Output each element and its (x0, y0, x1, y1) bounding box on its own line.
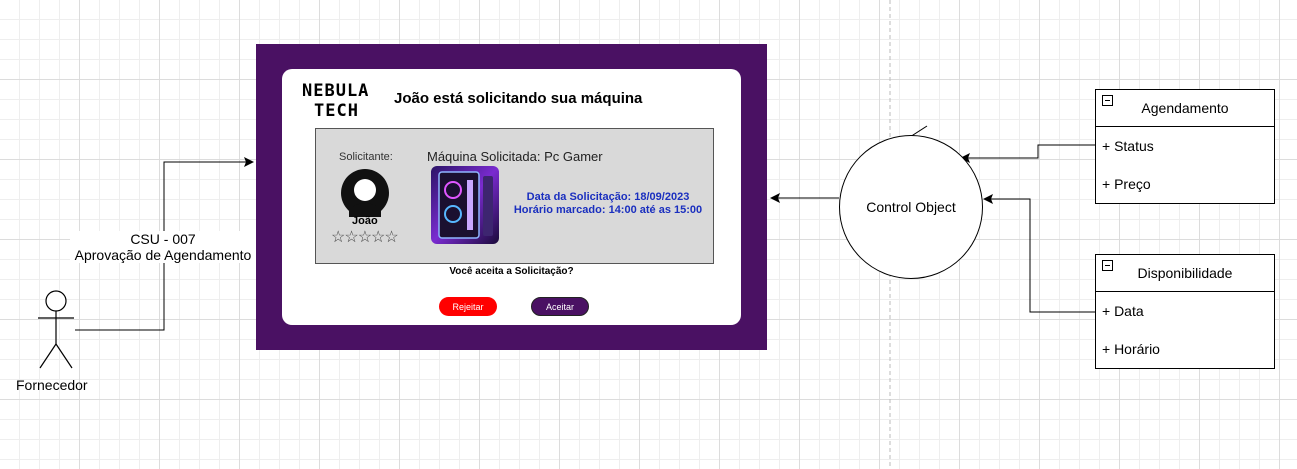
nebula-tech-logo: NEBULA TECH (302, 81, 384, 121)
machine-label: Máquina Solicitada: Pc Gamer (427, 149, 603, 164)
edge-agendamento-to-control (968, 144, 1095, 159)
class-title: Agendamento (1141, 100, 1229, 116)
request-date: Data da Solicitação: 18/09/2023 (526, 191, 690, 203)
rating-stars: ☆☆☆☆☆ (331, 229, 399, 246)
schedule-info: Data da Solicitação: 18/09/2023 Horário … (513, 191, 703, 217)
reject-button[interactable]: Rejeitar (439, 297, 497, 316)
actor-stick-figure (38, 290, 74, 369)
class-agendamento: Agendamento + Status + Preço (1095, 89, 1275, 204)
use-case-code: CSU - 007 (130, 231, 196, 247)
control-object-label: Control Object (866, 199, 956, 215)
request-card: NEBULA TECH João está solicitando sua má… (282, 69, 741, 325)
request-details-box: Solicitante: João ☆☆☆☆☆ Máquina Solicita… (315, 128, 714, 264)
gaming-pc-image (431, 166, 499, 244)
screen-mockup: NEBULA TECH João está solicitando sua má… (256, 44, 767, 350)
collapse-icon[interactable] (1102, 260, 1113, 271)
class-disponibilidade: Disponibilidade + Data + Horário (1095, 254, 1275, 369)
collapse-icon[interactable] (1102, 95, 1113, 106)
use-case-name: Aprovação de Agendamento (74, 247, 252, 263)
class-agendamento-header: Agendamento (1096, 90, 1274, 127)
accept-question: Você aceita a Solicitação? (449, 266, 574, 277)
requester-name: João (352, 215, 378, 227)
scheduled-time: Horário marcado: 14:00 até as 15:00 (513, 204, 703, 216)
class-attribute: + Horário (1102, 341, 1160, 357)
logo-line-1: NEBULA (302, 81, 370, 101)
control-object: Control Object (839, 135, 983, 279)
accept-button[interactable]: Aceitar (531, 297, 589, 316)
avatar-icon (341, 169, 389, 217)
use-case-label: CSU - 007 Aprovação de Agendamento (70, 231, 256, 263)
class-disponibilidade-header: Disponibilidade (1096, 255, 1274, 292)
class-attribute: + Data (1102, 303, 1144, 319)
class-title: Disponibilidade (1137, 265, 1233, 281)
logo-line-2: TECH (314, 101, 359, 121)
request-title: João está solicitando sua máquina (394, 90, 643, 107)
edge-disponibilidade-to-control (991, 198, 1095, 313)
class-attribute: + Status (1102, 138, 1154, 154)
requester-label: Solicitante: (339, 151, 393, 163)
actor-label: Fornecedor (16, 377, 88, 393)
class-attribute: + Preço (1102, 176, 1151, 192)
